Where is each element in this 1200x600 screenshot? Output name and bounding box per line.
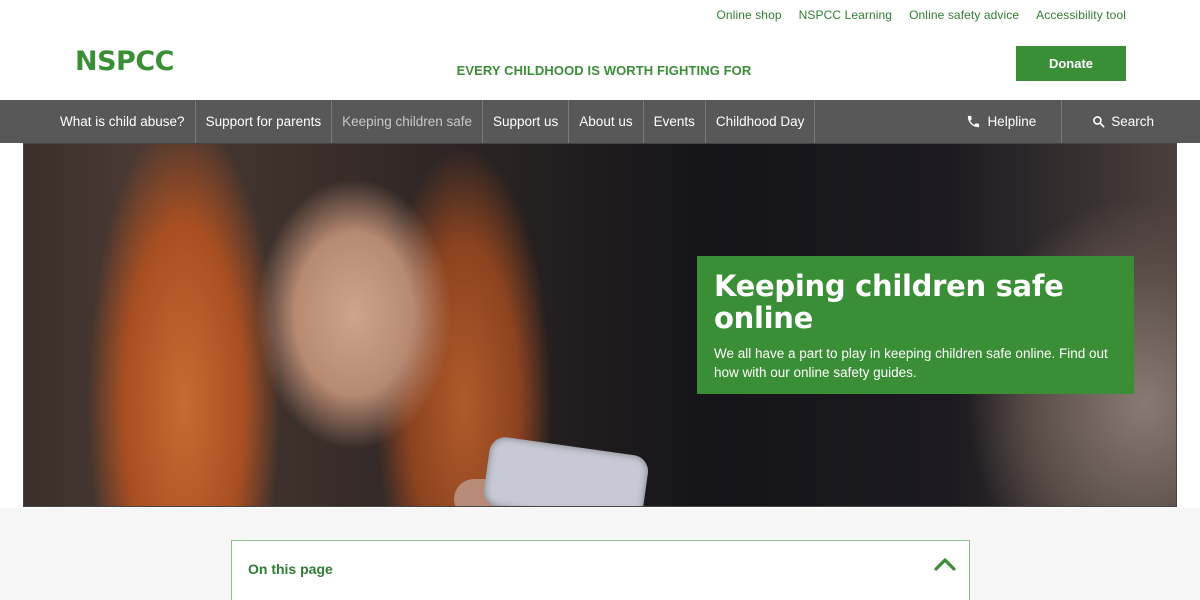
utility-link-accessibility-tool[interactable]: Accessibility tool — [1036, 8, 1126, 22]
nav-item-events[interactable]: Events — [644, 100, 706, 143]
nav-item-childhood-day[interactable]: Childhood Day — [706, 100, 816, 143]
search-icon — [1092, 115, 1105, 128]
phone-icon — [966, 114, 981, 129]
utility-link-nspcc-learning[interactable]: NSPCC Learning — [799, 8, 892, 22]
nav-items: What is child abuse? Support for parents… — [50, 100, 816, 143]
main-navigation: What is child abuse? Support for parents… — [0, 100, 1200, 143]
hero-title: Keeping children safe online — [714, 269, 1064, 335]
helpline-button[interactable]: Helpline — [926, 100, 1063, 143]
nav-tools: Helpline Search — [926, 100, 1200, 143]
donate-button[interactable]: Donate — [1016, 46, 1126, 81]
phone-shape — [481, 435, 651, 506]
hero-card: Keeping children safe online We all have… — [697, 256, 1134, 394]
nav-item-support-for-parents[interactable]: Support for parents — [196, 100, 333, 143]
nav-item-keeping-children-safe[interactable]: Keeping children safe — [332, 100, 483, 143]
search-label: Search — [1111, 114, 1154, 129]
utility-link-online-safety-advice[interactable]: Online safety advice — [909, 8, 1019, 22]
utility-links: Online shop NSPCC Learning Online safety… — [699, 8, 1126, 22]
nav-item-about-us[interactable]: About us — [569, 100, 644, 143]
search-button[interactable]: Search — [1062, 100, 1200, 143]
on-this-page-title: On this page — [248, 561, 333, 577]
chevron-up-icon[interactable] — [933, 555, 957, 573]
on-this-page-panel[interactable]: On this page — [231, 540, 970, 600]
helpline-label: Helpline — [987, 114, 1037, 129]
nav-item-support-us[interactable]: Support us — [483, 100, 570, 143]
nav-item-what-is-child-abuse[interactable]: What is child abuse? — [50, 100, 196, 143]
hero-text: We all have a part to play in keeping ch… — [714, 346, 1108, 380]
utility-link-online-shop[interactable]: Online shop — [716, 8, 781, 22]
